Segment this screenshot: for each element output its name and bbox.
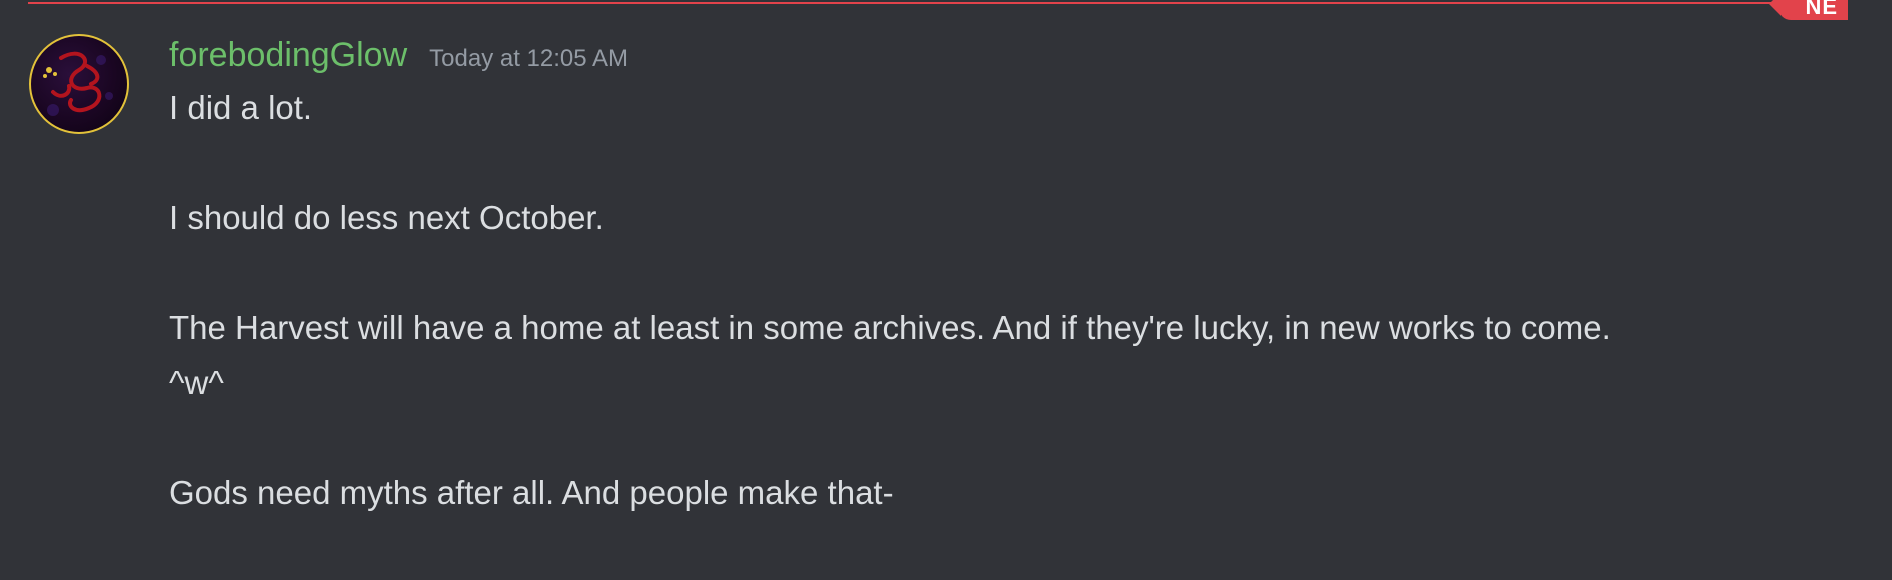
message-header: forebodingGlow Today at 12:05 AM: [169, 30, 1852, 80]
username[interactable]: forebodingGlow: [169, 30, 407, 80]
chat-message-view: NE forebodingGlow Today at 12:05 AM I di…: [0, 0, 1892, 580]
new-messages-badge: NE: [1769, 0, 1848, 20]
message-line: Gods need myths after all. And people ma…: [169, 474, 894, 511]
new-messages-divider: NE: [28, 0, 1848, 20]
message-line: I did a lot.: [169, 89, 313, 126]
message-container: forebodingGlow Today at 12:05 AM I did a…: [169, 30, 1852, 520]
message-line: ^w^: [169, 364, 224, 401]
avatar[interactable]: [29, 34, 129, 134]
message-line: The Harvest will have a home at least in…: [169, 309, 1611, 346]
message-content: I did a lot. I should do less next Octob…: [169, 80, 1852, 520]
message-timestamp[interactable]: Today at 12:05 AM: [429, 45, 628, 73]
message-line: I should do less next October.: [169, 199, 604, 236]
serpent-avatar-icon: [43, 51, 113, 116]
